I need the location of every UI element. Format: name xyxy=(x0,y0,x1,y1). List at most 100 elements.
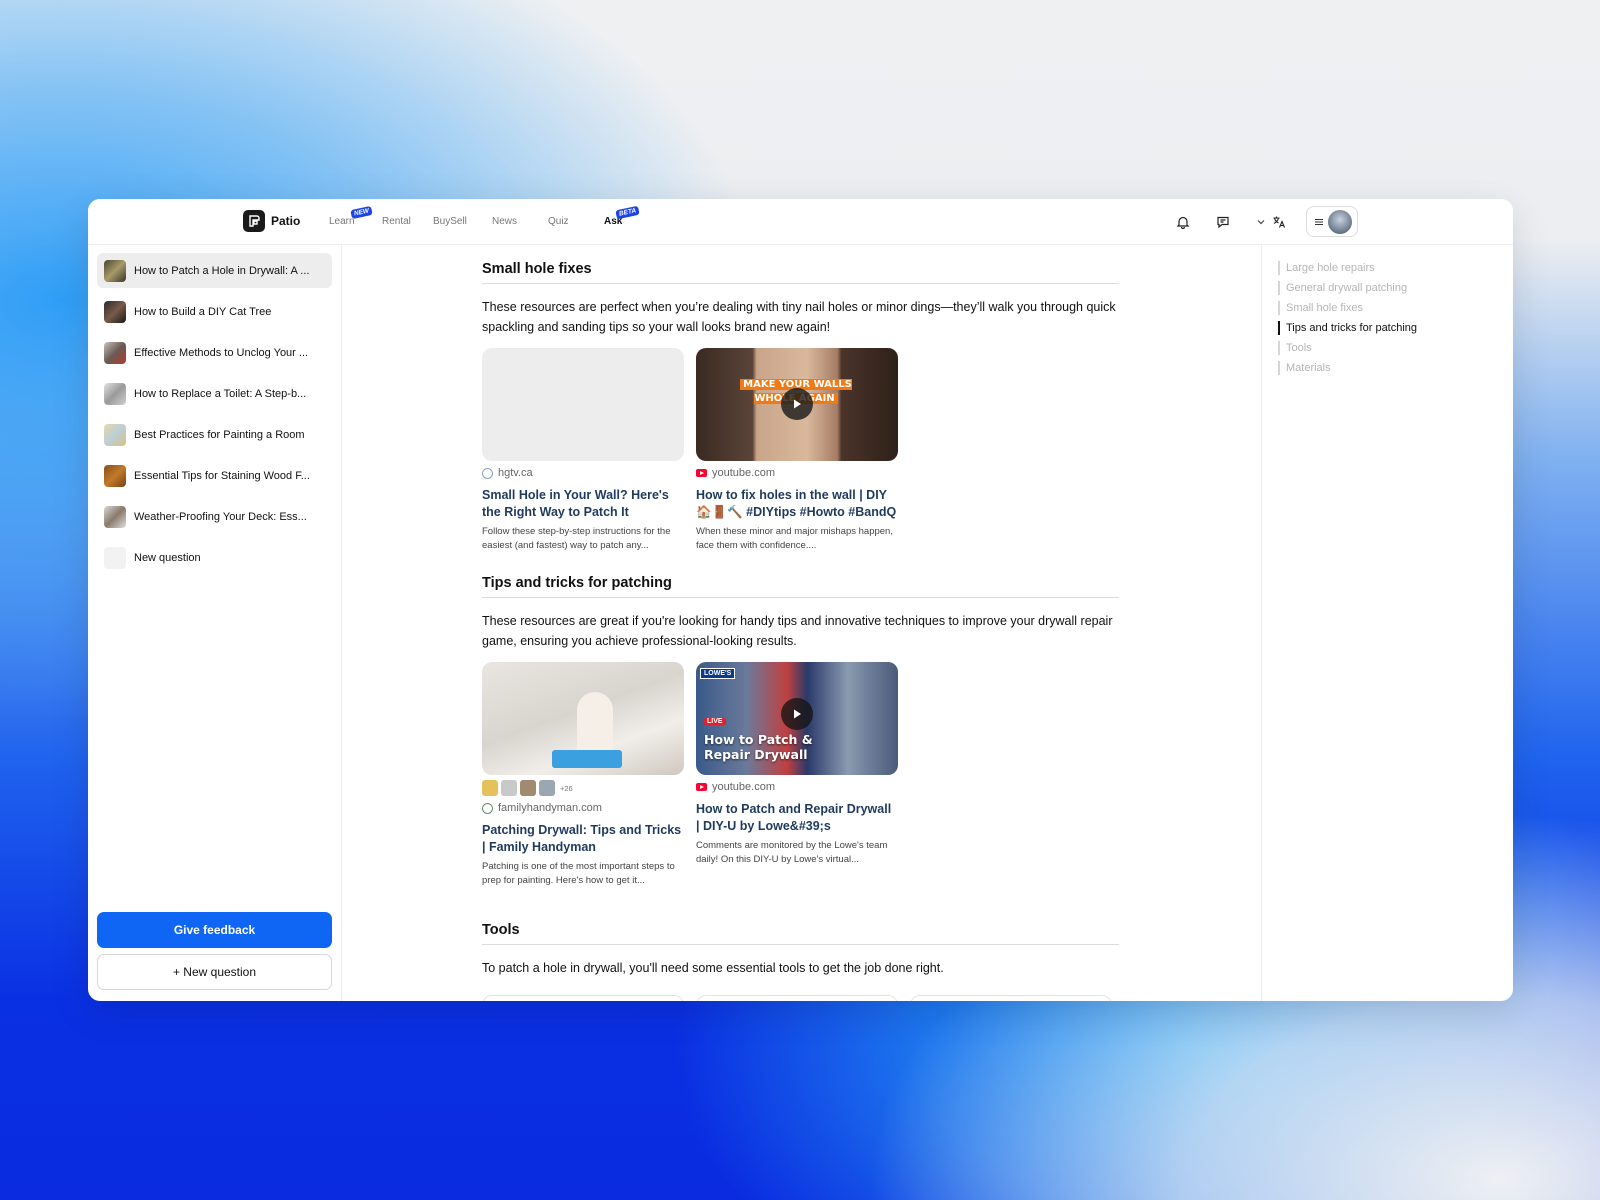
sidebar-item-staining-wood[interactable]: Essential Tips for Staining Wood F... xyxy=(97,458,332,493)
toc-item-materials[interactable]: Materials xyxy=(1278,361,1331,375)
table-of-contents: Large hole repairs General drywall patch… xyxy=(1261,245,1513,1001)
person-figure xyxy=(577,692,613,752)
account-menu-button[interactable] xyxy=(1306,206,1358,237)
nav-buysell[interactable]: BuySell xyxy=(433,216,467,227)
section-heading: Small hole fixes xyxy=(482,261,1119,284)
avatar xyxy=(1328,209,1352,234)
resource-card[interactable]: LOWE'S LIVE How to Patch & Repair Drywal… xyxy=(696,662,898,866)
nav-quiz[interactable]: Quiz xyxy=(548,216,569,227)
nav-rental[interactable]: Rental xyxy=(382,216,411,227)
section-text: These resources are perfect when you’re … xyxy=(482,300,1116,334)
card-title-link[interactable]: How to fix holes in the wall | DIY 🏠🚪🔨 #… xyxy=(696,487,898,520)
card-source: youtube.com xyxy=(696,466,898,480)
nav-quiz-label: Quiz xyxy=(548,216,569,227)
sidebar-item-deck[interactable]: Weather-Proofing Your Deck: Ess... xyxy=(97,499,332,534)
card-image[interactable] xyxy=(482,662,684,775)
main-content: Small hole fixes These resources are per… xyxy=(342,245,1261,1001)
play-icon[interactable] xyxy=(781,388,813,420)
card-source: youtube.com xyxy=(696,780,898,794)
section-text: To patch a hole in drywall, you'll need … xyxy=(482,961,944,975)
card-source-label: youtube.com xyxy=(712,467,775,479)
sidebar-item-cat-tree[interactable]: How to Build a DIY Cat Tree xyxy=(97,294,332,329)
mini-thumbnail xyxy=(520,780,536,796)
card-source-label: youtube.com xyxy=(712,781,775,793)
menu-icon xyxy=(1315,218,1323,225)
nav-news-label: News xyxy=(492,216,518,227)
card-source-label: hgtv.ca xyxy=(498,467,533,479)
section-small-hole-fixes: Small hole fixes These resources are per… xyxy=(482,261,1119,337)
toc-item-small-hole-fixes[interactable]: Small hole fixes xyxy=(1278,301,1363,315)
video-thumbnail[interactable]: MAKE YOUR WALLS WHOLE AGAIN xyxy=(696,348,898,461)
nav-buysell-label: BuySell xyxy=(433,216,467,227)
mini-thumbnail xyxy=(482,780,498,796)
more-count: +26 xyxy=(560,783,573,793)
play-icon[interactable] xyxy=(781,698,813,730)
resource-card[interactable]: MAKE YOUR WALLS WHOLE AGAIN youtube.com … xyxy=(696,348,898,552)
section-tips-and-tricks: Tips and tricks for patching These resou… xyxy=(482,575,1119,651)
site-icon xyxy=(482,802,493,814)
tool-card[interactable] xyxy=(482,995,684,1001)
toc-item-tools[interactable]: Tools xyxy=(1278,341,1312,355)
card-source: hgtv.ca xyxy=(482,466,684,480)
mini-thumbnail xyxy=(539,780,555,796)
thumbnail-image xyxy=(104,505,126,528)
globe-icon xyxy=(482,467,493,479)
toc-item-large-hole-repairs[interactable]: Large hole repairs xyxy=(1278,261,1375,275)
thumbnail-image xyxy=(104,464,126,487)
top-nav: Patio Learn NEW Rental BuySell News Quiz… xyxy=(88,199,1513,245)
beta-tag: BETA xyxy=(615,205,640,220)
section-text: These resources are great if you're look… xyxy=(482,614,1113,648)
give-feedback-button[interactable]: Give feedback xyxy=(97,912,332,948)
tool-card[interactable] xyxy=(910,995,1112,1001)
app-window: Patio Learn NEW Rental BuySell News Quiz… xyxy=(88,199,1513,1001)
brand-name: Patio xyxy=(271,214,301,228)
thumbnail-image xyxy=(104,423,126,446)
tool-card[interactable] xyxy=(696,995,898,1001)
section-heading: Tools xyxy=(482,922,1119,945)
sidebar-item-unclog[interactable]: Effective Methods to Unclog Your ... xyxy=(97,335,332,370)
sidebar-item-label: Weather-Proofing Your Deck: Ess... xyxy=(134,510,307,523)
translate-icon[interactable] xyxy=(1269,212,1289,232)
section-heading: Tips and tricks for patching xyxy=(482,575,1119,598)
lowes-badge: LOWE'S xyxy=(700,668,736,679)
related-thumbnails[interactable]: +26 xyxy=(482,780,684,796)
thumbnail-image xyxy=(104,341,126,364)
card-source-label: familyhandyman.com xyxy=(498,802,602,814)
sidebar-item-label: How to Replace a Toilet: A Step-b... xyxy=(134,387,307,400)
video-thumbnail[interactable]: LOWE'S LIVE How to Patch & Repair Drywal… xyxy=(696,662,898,775)
bell-icon[interactable] xyxy=(1173,212,1193,232)
chat-icon[interactable] xyxy=(1213,212,1233,232)
resource-card[interactable]: +26 familyhandyman.com Patching Drywall:… xyxy=(482,662,684,887)
chevron-down-icon[interactable] xyxy=(1251,212,1271,232)
nav-news[interactable]: News xyxy=(492,216,517,227)
brand[interactable]: Patio xyxy=(243,210,300,232)
new-question-button[interactable]: + New question xyxy=(97,954,332,990)
sidebar-item-painting-room[interactable]: Best Practices for Painting a Room xyxy=(97,417,332,452)
bucket-figure xyxy=(552,750,622,768)
nav-ask[interactable]: Ask BETA xyxy=(604,205,640,227)
sidebar: How to Patch a Hole in Drywall: A ... Ho… xyxy=(88,245,342,1001)
card-description: Follow these step-by-step instructions f… xyxy=(482,526,671,551)
resource-card[interactable]: hgtv.ca Small Hole in Your Wall? Here's … xyxy=(482,348,684,552)
sidebar-item-label: Effective Methods to Unclog Your ... xyxy=(134,346,309,359)
youtube-icon xyxy=(696,469,707,477)
thumbnail-image xyxy=(104,300,126,323)
sidebar-item-label: How to Patch a Hole in Drywall: A ... xyxy=(134,264,310,277)
card-source: familyhandyman.com xyxy=(482,801,684,815)
card-description: Comments are monitored by the Lowe's tea… xyxy=(696,840,888,865)
sidebar-item-replace-toilet[interactable]: How to Replace a Toilet: A Step-b... xyxy=(97,376,332,411)
sidebar-item-new-question[interactable]: New question xyxy=(97,540,332,575)
mini-thumbnail xyxy=(501,780,517,796)
video-caption: How to Patch & Repair Drywall xyxy=(704,732,813,762)
card-title-link[interactable]: How to Patch and Repair Drywall | DIY-U … xyxy=(696,801,898,834)
nav-learn[interactable]: Learn NEW xyxy=(329,205,373,227)
new-tag: NEW xyxy=(350,205,373,220)
toc-item-tips-and-tricks[interactable]: Tips and tricks for patching xyxy=(1278,321,1417,335)
sidebar-item-label: Essential Tips for Staining Wood F... xyxy=(134,469,310,482)
toc-item-general-drywall-patching[interactable]: General drywall patching xyxy=(1278,281,1407,295)
card-title-link[interactable]: Small Hole in Your Wall? Here's the Righ… xyxy=(482,487,684,520)
sidebar-item-label: Best Practices for Painting a Room xyxy=(134,428,305,441)
card-title-link[interactable]: Patching Drywall: Tips and Tricks | Fami… xyxy=(482,822,684,855)
section-tools: Tools To patch a hole in drywall, you'll… xyxy=(482,922,1119,978)
sidebar-item-patch-drywall[interactable]: How to Patch a Hole in Drywall: A ... xyxy=(97,253,332,288)
